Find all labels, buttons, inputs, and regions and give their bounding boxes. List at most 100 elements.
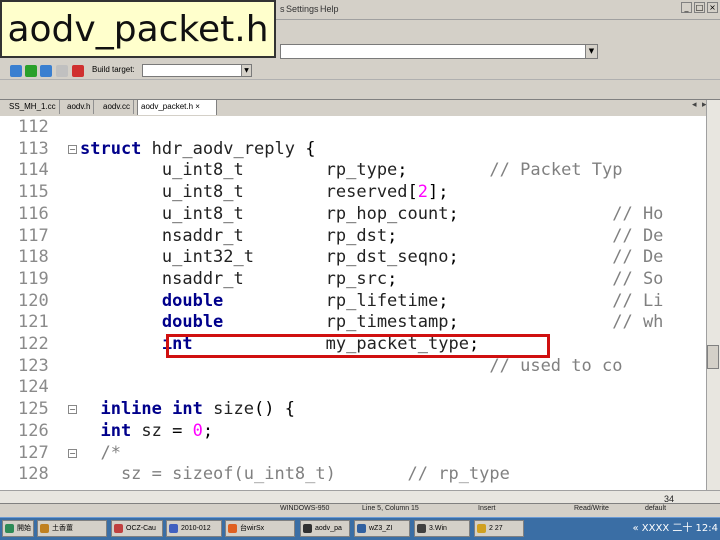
code-token: reserved	[325, 182, 408, 203]
code-line: 124	[0, 376, 706, 398]
app-icon	[357, 524, 366, 533]
tab-ss-mh-1-cc[interactable]: SS_MH_1.cc	[6, 100, 60, 114]
code-line: 128 sz = sizeof(u_int8_t) // rp_type	[0, 463, 706, 485]
code-token: // Li	[612, 290, 664, 311]
menu-item-edit[interactable]: s	[280, 4, 285, 14]
code-token: [	[407, 182, 418, 203]
fold-toggle-icon[interactable]: −	[68, 405, 77, 415]
taskbar-button[interactable]: 台wirSx	[225, 520, 295, 537]
minimize-button[interactable]: _	[681, 2, 692, 13]
tab-aodv-h[interactable]: aodv.h	[64, 100, 95, 114]
tab-label: aodv_packet.h	[141, 102, 194, 111]
code-editor[interactable]: 112 113− struct hdr_aodv_reply {114 u_int8…	[0, 116, 706, 490]
build-target-label: Build target:	[92, 65, 135, 74]
taskbar-button[interactable]: aodv_pa	[300, 520, 350, 537]
line-number: 113	[18, 138, 49, 159]
code-line: 117 nsaddr_t rp_dst; // De	[0, 225, 706, 247]
run-icon[interactable]	[25, 65, 37, 77]
taskbar-button[interactable]: wZ3_ZI	[354, 520, 410, 537]
stop-icon[interactable]	[72, 65, 84, 77]
maximize-button[interactable]: □	[694, 2, 705, 13]
close-icon[interactable]: ×	[195, 102, 200, 111]
code-token: ;	[448, 312, 613, 333]
menu-item-help[interactable]: Help	[320, 4, 339, 14]
code-text: /*	[80, 442, 120, 464]
code-token: // Ho	[612, 203, 664, 224]
taskbar-button[interactable]: OCZ-Cau	[111, 520, 163, 537]
code-token: rp_timestamp	[325, 312, 449, 333]
chevron-down-icon[interactable]: ▼	[585, 45, 597, 58]
app-icon	[303, 524, 312, 533]
system-tray: « XXXX 二十 12:4	[632, 523, 718, 534]
line-number: 114	[18, 160, 49, 181]
tab-aodv-cc[interactable]: aodv.cc	[100, 100, 134, 114]
code-token: ;	[397, 160, 490, 181]
code-token: rp_hop_count	[325, 203, 449, 224]
code-token: // Packet Typ	[489, 160, 623, 181]
line-number: 112	[18, 117, 49, 137]
code-token: rp_src	[325, 268, 388, 289]
code-token: sz = sizeof(u_int8_t) // rp_type	[80, 464, 510, 485]
app-icon	[228, 524, 237, 533]
menu-item-settings[interactable]: Settings	[286, 4, 319, 14]
vertical-scrollbar-thumb[interactable]	[707, 345, 719, 369]
taskbar-button-label: 2010-012	[181, 525, 211, 532]
code-token: ;	[438, 290, 613, 311]
editor-tab-strip	[0, 82, 720, 100]
code-text: double rp_lifetime; // Li	[80, 290, 664, 312]
code-token: // wh	[612, 312, 664, 333]
tab-aodv-packet-h[interactable]: aodv_packet.h ×	[137, 99, 217, 115]
close-button[interactable]: ×	[707, 2, 718, 13]
code-line: 126 int sz = 0;	[0, 420, 706, 442]
start-button[interactable]: 開始	[2, 520, 34, 537]
vertical-scrollbar[interactable]	[706, 100, 720, 492]
line-number: 116	[18, 203, 49, 224]
code-line: 114 u_int8_t rp_type; // Packet Typ	[0, 159, 706, 181]
slide-title-box: aodv_packet.h	[0, 0, 276, 58]
slide-title: aodv_packet.h	[7, 8, 269, 50]
taskbar-button[interactable]: 2010-012	[166, 520, 222, 537]
fold-toggle-icon[interactable]: −	[68, 144, 77, 154]
app-icon	[417, 524, 426, 533]
line-number: 115	[18, 182, 49, 203]
code-line: 125 − inline int size() {	[0, 398, 706, 420]
code-token: // So	[612, 268, 664, 289]
code-token: rp_dst_seqno	[325, 247, 449, 268]
taskbar-button[interactable]: 3.Win	[414, 520, 470, 537]
code-token: u_int8_t	[80, 203, 326, 224]
horizontal-scrollbar[interactable]	[0, 490, 720, 503]
window-controls: _ □ ×	[681, 2, 718, 13]
scope-combo[interactable]: ▼	[280, 44, 598, 59]
code-token: ;	[448, 203, 613, 224]
taskbar-button[interactable]: 土香薑	[37, 520, 107, 537]
code-token: 2	[417, 182, 429, 203]
code-token: ;	[202, 420, 214, 441]
code-line: 115 u_int8_t reserved[2];	[0, 181, 706, 203]
code-text: inline int size() {	[80, 398, 295, 420]
taskbar-button[interactable]: 2 27	[474, 520, 524, 537]
rebuild-icon[interactable]	[56, 65, 68, 77]
highlight-annotation-box	[166, 334, 550, 358]
line-number: 124	[18, 377, 49, 398]
code-line: 127 − /*	[0, 442, 706, 464]
code-token: ;	[448, 247, 613, 268]
line-number: 127	[18, 442, 49, 463]
code-text: nsaddr_t rp_dst; // De	[80, 225, 664, 247]
code-token: double	[80, 312, 326, 333]
status-item: WINDOWS-950	[280, 505, 330, 512]
code-token: // De	[612, 247, 664, 268]
code-token: u_int8_t	[80, 182, 326, 203]
fold-toggle-icon[interactable]: −	[68, 448, 77, 458]
chevron-down-icon[interactable]: ▼	[241, 65, 251, 76]
code-token: 0	[192, 420, 203, 441]
build-target-combo[interactable]: ▼	[142, 64, 252, 77]
line-number: 121	[18, 312, 49, 333]
code-text: u_int8_t rp_hop_count; // Ho	[80, 203, 664, 225]
app-icon	[5, 524, 14, 533]
code-text: int sz = 0;	[80, 420, 213, 442]
build-icon[interactable]	[10, 65, 22, 77]
line-number: 120	[18, 290, 49, 311]
code-token: struct	[80, 138, 152, 159]
build-run-icon[interactable]	[40, 65, 52, 77]
tab-scroll-left-icon[interactable]: ◂	[692, 100, 697, 110]
